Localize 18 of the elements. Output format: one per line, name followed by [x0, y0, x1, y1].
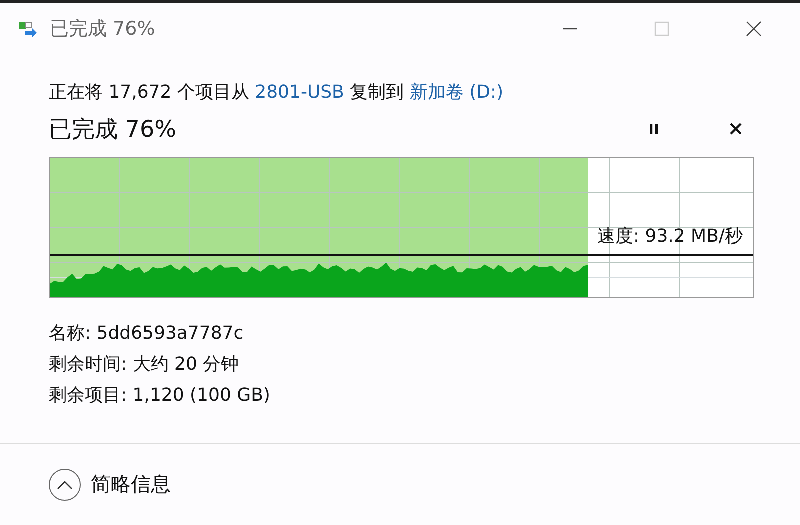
detail-text: 剩余时间: 大约 20 分钟	[49, 353, 240, 377]
maximize-icon	[654, 21, 670, 37]
fewer-details-label[interactable]: 简略信息	[91, 471, 171, 498]
pause-icon	[647, 122, 661, 136]
close-icon	[729, 122, 743, 136]
chevron-icon	[57, 480, 73, 490]
copy-status-text: 正在将 17,672 个项目从 2801-USB 复制到 新加卷 (D:)	[49, 81, 505, 105]
folder-link[interactable]: 2801-USB	[255, 82, 344, 103]
close-icon	[746, 21, 762, 37]
minimize-icon	[562, 28, 578, 30]
collapse-button[interactable]	[49, 468, 81, 500]
folder-link[interactable]: 新加卷 (D:)	[410, 82, 504, 103]
detail-text: 剩余项目: 1,120 (100 GB)	[49, 384, 272, 408]
speed-label: 速度: 93.2 MB/秒	[597, 225, 743, 248]
window-title: 已完成 76%	[50, 17, 156, 42]
copy-icon	[18, 20, 38, 38]
progress-title: 已完成 76%	[49, 116, 176, 144]
detail-text: 名称: 5dd6593a7787c	[49, 322, 245, 346]
